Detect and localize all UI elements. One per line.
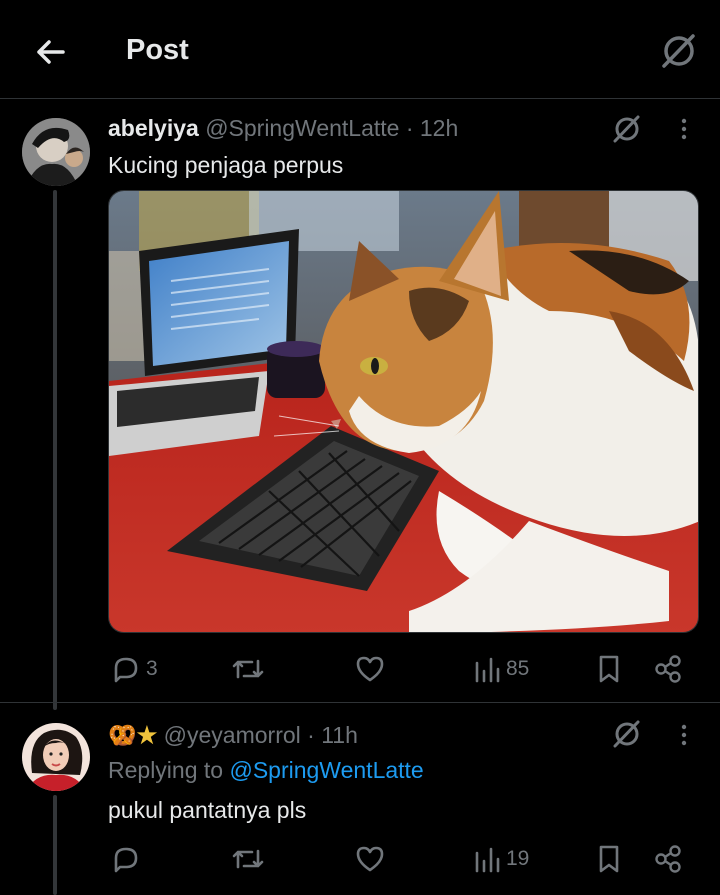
views-count: 19 bbox=[506, 847, 530, 870]
bookmark-icon bbox=[599, 845, 619, 873]
reply-icon bbox=[114, 657, 138, 683]
user-handle[interactable]: @yeyamorrol bbox=[164, 722, 301, 748]
display-name[interactable]: abelyiya bbox=[108, 115, 199, 141]
retweet-button[interactable] bbox=[230, 651, 270, 687]
retweet-icon bbox=[232, 849, 264, 869]
replying-prefix: Replying to bbox=[108, 757, 224, 783]
reply-header: 🥨★ @yeyamorrol · 11h bbox=[108, 721, 358, 749]
heart-icon bbox=[356, 846, 384, 872]
reply-icon bbox=[114, 847, 138, 873]
page-title: Post bbox=[126, 34, 189, 66]
views-icon bbox=[475, 657, 500, 683]
thread-line bbox=[53, 190, 57, 710]
like-button[interactable] bbox=[354, 841, 390, 877]
avatar[interactable] bbox=[22, 118, 90, 186]
bookmark-icon bbox=[599, 655, 619, 683]
tweet-text: Kucing penjaga perpus bbox=[108, 152, 344, 178]
top-bar: Post bbox=[0, 0, 720, 99]
views-button[interactable]: 19 bbox=[472, 841, 529, 877]
divider bbox=[0, 702, 720, 703]
bookmark-button[interactable] bbox=[594, 841, 624, 877]
display-name[interactable]: 🥨★ bbox=[108, 722, 157, 748]
views-icon bbox=[475, 847, 500, 873]
reply-button[interactable]: 3 bbox=[110, 651, 158, 687]
grok-icon[interactable] bbox=[610, 717, 644, 756]
grok-icon[interactable] bbox=[658, 30, 700, 72]
replying-handle-link[interactable]: @SpringWentLatte bbox=[229, 757, 423, 783]
retweet-icon bbox=[232, 659, 264, 679]
user-handle[interactable]: @SpringWentLatte bbox=[205, 115, 399, 141]
share-icon bbox=[655, 655, 681, 683]
like-button[interactable] bbox=[354, 651, 390, 687]
grok-icon[interactable] bbox=[610, 112, 644, 151]
reply-count: 3 bbox=[146, 657, 158, 680]
views-count: 85 bbox=[506, 657, 530, 680]
post-time[interactable]: · 11h bbox=[307, 722, 358, 748]
views-button[interactable]: 85 bbox=[472, 651, 529, 687]
reply-actions: 19 bbox=[108, 841, 698, 877]
more-options-icon[interactable] bbox=[672, 114, 696, 149]
retweet-button[interactable] bbox=[230, 841, 270, 877]
tweet-actions: 3 85 bbox=[108, 651, 698, 687]
thread-line bbox=[53, 795, 57, 895]
avatar[interactable] bbox=[22, 723, 90, 791]
tweet-image[interactable] bbox=[108, 190, 699, 633]
replying-to: Replying to @SpringWentLatte bbox=[108, 756, 424, 784]
bookmark-button[interactable] bbox=[594, 651, 624, 687]
reply-button[interactable] bbox=[110, 841, 146, 877]
post-time[interactable]: · 12h bbox=[406, 115, 458, 141]
back-arrow-icon[interactable] bbox=[32, 34, 68, 70]
heart-icon bbox=[356, 656, 384, 682]
more-options-icon[interactable] bbox=[672, 720, 696, 755]
share-button[interactable] bbox=[652, 841, 684, 877]
share-icon bbox=[655, 845, 681, 873]
tweet-text: pukul pantatnya pls bbox=[108, 797, 307, 823]
share-button[interactable] bbox=[652, 651, 684, 687]
cat-photo bbox=[109, 191, 698, 632]
tweet-header: abelyiya @SpringWentLatte · 12h bbox=[108, 114, 458, 142]
